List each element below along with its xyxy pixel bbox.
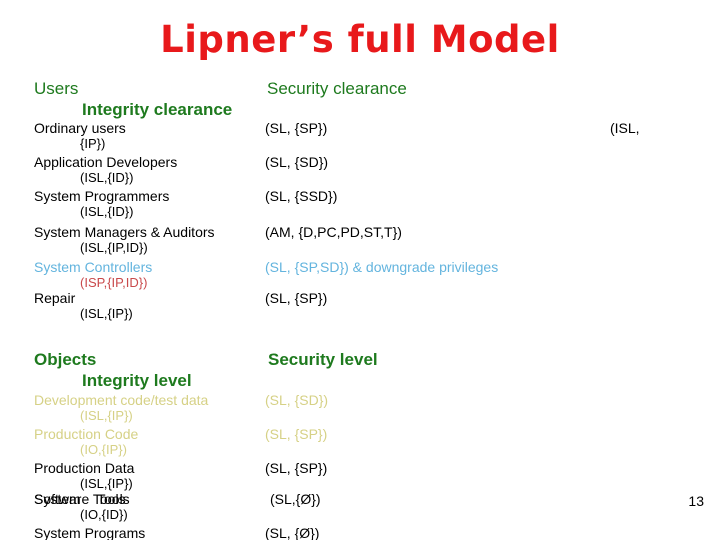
object-name: Production Code (34, 426, 139, 442)
user-role-name: Application Developers (34, 154, 178, 170)
slide-canvas: Lipner’s full Model Users Integrity clea… (0, 0, 720, 540)
object-security-level: (SL, {SP}) (265, 426, 328, 442)
object-integrity-level: (ISL,{IP}) (80, 476, 133, 491)
table-row: System Managers & Auditors (ISL,{IP,ID})… (0, 224, 720, 260)
user-extra-clearance: (ISL, (610, 120, 640, 136)
user-security-clearance: (SL, {SP}) (265, 290, 328, 306)
user-integrity-clearance: (ISP,{IP,ID}) (80, 275, 148, 290)
object-integrity-level: (IO,{ID}) (80, 507, 128, 522)
table-row: System Programs (SL, {Ø}) (0, 525, 720, 540)
user-role-name: System Programmers (34, 188, 170, 204)
users-header-label: Users (34, 79, 79, 98)
user-security-clearance: (SL, {SP,SD}) & downgrade privileges (265, 259, 499, 275)
user-role-name: System Managers & Auditors (34, 224, 215, 240)
object-integrity-level: (IO,{IP}) (80, 442, 127, 457)
user-security-clearance: (SL, {SSD}) (265, 188, 338, 204)
integrity-clearance-header-label: Integrity clearance (82, 100, 233, 119)
user-integrity-clearance: {IP}) (80, 136, 106, 151)
table-row: Development code/test data (ISL,{IP}) (S… (0, 392, 720, 428)
user-role-name: Repair (34, 290, 76, 306)
user-role-name: Ordinary users (34, 120, 126, 136)
security-clearance-header-label: Security clearance (267, 79, 407, 98)
table-row: Application Developers (ISL,{ID}) (SL, {… (0, 154, 720, 190)
page-title: Lipner’s full Model (160, 18, 560, 61)
object-security-level: (SL,{Ø}) (270, 491, 321, 507)
user-security-clearance: (SL, {SD}) (265, 154, 329, 170)
table-row: Ordinary users {IP}) (SL, {SP}) (ISL, (0, 120, 720, 156)
object-security-level: (SL, {SD}) (265, 392, 329, 408)
user-integrity-clearance: (ISL,{ID}) (80, 204, 134, 219)
object-name: System Programs (34, 525, 146, 540)
object-name-tail: Tools (97, 491, 130, 507)
user-integrity-clearance: (ISL,{IP}) (80, 306, 133, 321)
user-security-clearance: (SL, {SP}) (265, 120, 328, 136)
security-level-header-label: Security level (268, 350, 378, 369)
objects-header-label: Objects (34, 350, 97, 369)
object-security-level: (SL, {Ø}) (265, 525, 320, 540)
table-row: Repair (ISL,{IP}) (SL, {SP}) (0, 290, 720, 326)
page-number: 13 (688, 493, 704, 509)
table-row: System Software Tools Tools (IO,{ID}) (S… (0, 491, 720, 527)
object-integrity-level: (ISL,{IP}) (80, 408, 133, 423)
user-security-clearance: (AM, {D,PC,PD,ST,T}) (265, 224, 402, 240)
object-name: Production Data (34, 460, 135, 476)
object-name: Development code/test data (34, 392, 209, 408)
integrity-level-header-label: Integrity level (82, 371, 192, 390)
user-integrity-clearance: (ISL,{IP,ID}) (80, 240, 148, 255)
table-row: System Programmers (ISL,{ID}) (SL, {SSD}… (0, 188, 720, 224)
user-role-name: System Controllers (34, 259, 153, 275)
user-integrity-clearance: (ISL,{ID}) (80, 170, 134, 185)
object-security-level: (SL, {SP}) (265, 460, 328, 476)
table-row: Production Code (IO,{IP}) (SL, {SP}) (0, 426, 720, 462)
